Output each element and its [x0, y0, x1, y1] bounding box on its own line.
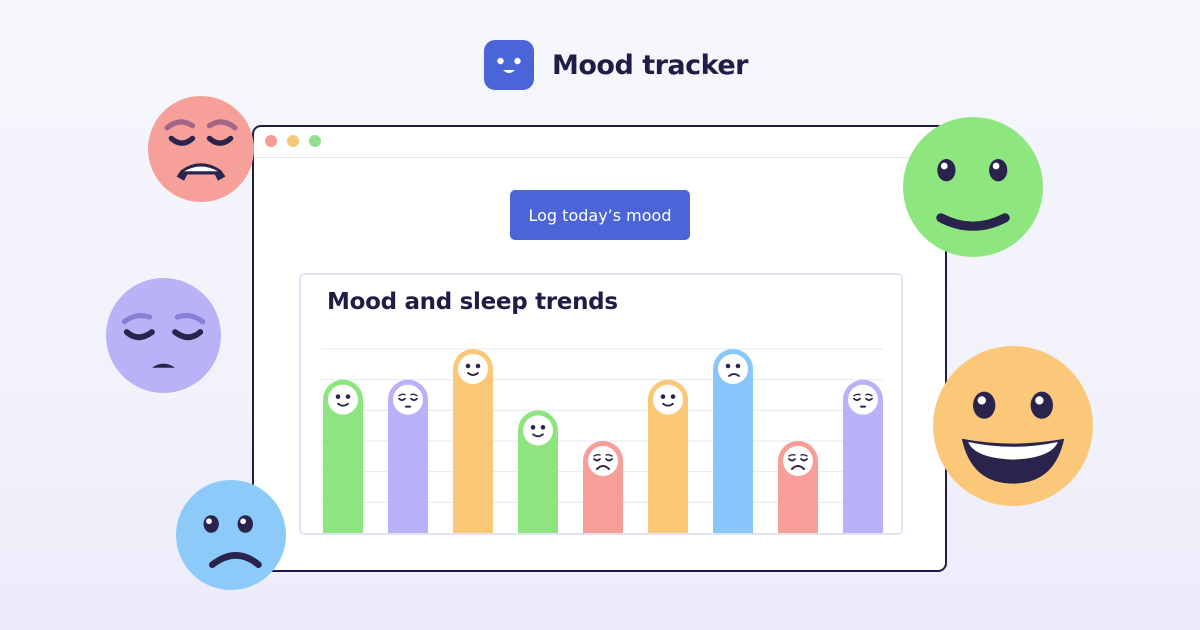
smiling-face-icon [484, 40, 534, 90]
logo-background [484, 40, 534, 90]
brand-name: Mood tracker [552, 49, 749, 81]
chart-bar [583, 441, 623, 533]
app-window: Log today’s mood Mood and sleep trends [252, 125, 947, 572]
chart-bar-mood-icon [328, 384, 358, 415]
maximize-window-dot[interactable] [309, 135, 321, 147]
chart-bar-mood-icon [393, 384, 423, 415]
mood-sleep-chart [321, 348, 883, 533]
chart-bar [713, 349, 753, 533]
distressed-face-icon [148, 96, 254, 202]
chart-bar [388, 379, 428, 533]
chart-bar [648, 379, 688, 533]
window-titlebar [254, 127, 945, 158]
log-mood-button[interactable]: Log today’s mood [510, 190, 690, 240]
chart-bar [778, 441, 818, 533]
sad-face-icon [176, 480, 286, 590]
chart-bar [843, 379, 883, 533]
chart-bar-mood-icon [848, 384, 878, 415]
chart-bar-mood-icon [653, 384, 683, 415]
chart-bar-mood-icon [718, 354, 748, 384]
chart-bar [518, 410, 558, 533]
chart-bar-mood-icon [783, 446, 813, 476]
chart-bar-mood-icon [523, 415, 553, 446]
smiling-face-icon [903, 117, 1043, 257]
chart-bar-mood-icon [588, 446, 618, 476]
tired-face-icon [106, 278, 221, 393]
chart-bar [453, 349, 493, 533]
chart-bar-mood-icon [458, 354, 488, 384]
chart-card: Mood and sleep trends [299, 273, 903, 535]
chart-bar [323, 379, 363, 533]
brand-header: Mood tracker [484, 40, 749, 90]
close-window-dot[interactable] [265, 135, 277, 147]
grinning-face-icon [933, 346, 1093, 506]
minimize-window-dot[interactable] [287, 135, 299, 147]
